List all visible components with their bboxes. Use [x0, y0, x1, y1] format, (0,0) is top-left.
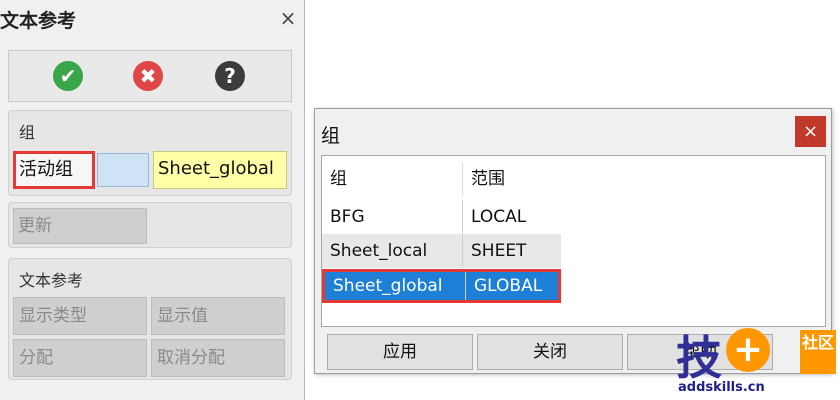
text-reference-panel: 文本参考 × ✔ ✖ ? 组 活动组 Sheet_global 更新 文本参考 …	[0, 0, 305, 400]
assign-button[interactable]: 分配	[13, 339, 147, 377]
dialog-close-button[interactable]: ×	[795, 116, 826, 147]
row-group-cell: Sheet_global	[333, 276, 443, 296]
row-group-cell: Sheet_local	[330, 241, 428, 261]
group-section-title: 组	[19, 123, 36, 142]
active-group-field[interactable]	[97, 153, 149, 187]
update-button[interactable]: 更新	[13, 208, 147, 244]
active-group-button[interactable]: 活动组	[13, 151, 95, 189]
column-header-group[interactable]: 组	[322, 162, 462, 196]
question-icon: ?	[224, 64, 236, 88]
dialog-title: 组	[321, 125, 341, 147]
apply-button[interactable]: 应用	[327, 334, 473, 370]
ok-check-icon[interactable]: ✔	[53, 61, 83, 91]
update-section: 更新	[8, 202, 292, 248]
table-row-selected[interactable]: Sheet_global GLOBAL	[322, 269, 561, 303]
x-icon: ✖	[139, 64, 157, 88]
plus-icon: +	[726, 328, 770, 372]
close-button[interactable]: 关闭	[477, 334, 623, 370]
row-range-cell: LOCAL	[462, 200, 561, 234]
row-range-cell: GLOBAL	[465, 272, 564, 300]
row-range-cell: SHEET	[462, 234, 561, 268]
cancel-x-icon[interactable]: ✖	[133, 61, 163, 91]
check-icon: ✔	[59, 64, 77, 88]
active-group-value: Sheet_global	[153, 151, 287, 189]
display-type-button[interactable]: 显示类型	[13, 297, 147, 335]
action-toolbar: ✔ ✖ ?	[8, 50, 292, 102]
watermark-logo: 技 + 社区 addskills.cn	[676, 322, 840, 400]
panel-close-button[interactable]: ×	[278, 8, 298, 28]
watermark-community-badge: 社区	[800, 330, 836, 374]
panel-title: 文本参考	[0, 10, 77, 32]
table-row[interactable]: Sheet_local SHEET	[322, 234, 561, 268]
unassign-button[interactable]: 取消分配	[151, 339, 285, 377]
text-reference-section: 文本参考 显示类型 显示值 分配 取消分配	[8, 258, 292, 380]
row-group-cell: BFG	[330, 207, 365, 227]
help-question-icon[interactable]: ?	[215, 61, 245, 91]
watermark-glyph: 技	[676, 331, 722, 385]
text-reference-section-title: 文本参考	[19, 271, 84, 290]
table-row[interactable]: BFG LOCAL	[322, 200, 561, 234]
display-value-button[interactable]: 显示值	[151, 297, 285, 335]
column-header-range[interactable]: 范围	[462, 162, 561, 196]
watermark-domain: addskills.cn	[678, 380, 765, 395]
group-table: 组 范围 BFG LOCAL Sheet_local SHEET Sheet_g…	[321, 155, 826, 327]
group-section: 组 活动组 Sheet_global	[8, 110, 292, 196]
